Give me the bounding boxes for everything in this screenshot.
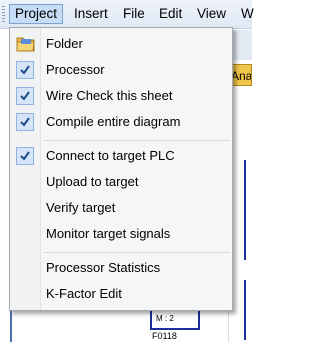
menu-item-label: Upload to target (46, 174, 139, 189)
menu-item-wire-check[interactable]: Wire Check this sheet (11, 84, 231, 108)
menu-item-connect-plc[interactable]: Connect to target PLC (11, 144, 231, 168)
checkmark-icon (16, 147, 34, 165)
menu-item-processor-statistics[interactable]: Processor Statistics (11, 256, 231, 280)
menu-item-monitor[interactable]: Monitor target signals (11, 222, 231, 246)
diagram-block-right[interactable] (244, 160, 254, 260)
menu-item-folder[interactable]: Folder (11, 32, 231, 56)
menu-insert[interactable]: Insert (69, 5, 113, 23)
menu-item-compile[interactable]: Compile entire diagram (11, 110, 231, 134)
menu-view[interactable]: View (192, 5, 231, 23)
menu-separator (44, 252, 230, 253)
menu-item-verify[interactable]: Verify target (11, 196, 231, 220)
menu-item-label: Wire Check this sheet (46, 88, 173, 103)
menu-item-label: Processor (46, 62, 105, 77)
menu-item-label: Connect to target PLC (46, 148, 175, 163)
menubar: Project Insert File Edit View W (0, 0, 254, 29)
menu-item-label: Processor Statistics (46, 260, 161, 275)
checkmark-icon (16, 87, 34, 105)
menu-item-label: Folder (46, 36, 83, 51)
menu-item-label: Compile entire diagram (46, 114, 181, 129)
menu-item-label: Verify target (46, 200, 116, 215)
menu-item-label: K-Factor Edit (46, 286, 122, 301)
menu-window[interactable]: W (236, 5, 259, 23)
checkmark-icon (16, 113, 34, 131)
menu-project[interactable]: Project (9, 4, 64, 24)
diagram-block-right-lower[interactable] (244, 280, 254, 340)
tab-label: Ana (231, 69, 252, 83)
menu-item-k-factor-edit[interactable]: K-Factor Edit (11, 282, 231, 306)
menu-item-processor[interactable]: Processor (11, 58, 231, 82)
block-id: F0118 (152, 331, 177, 341)
block-text: M : 2 (156, 314, 174, 323)
menu-file[interactable]: File (118, 5, 150, 23)
menu-separator (44, 140, 230, 141)
menu-item-label: Monitor target signals (46, 226, 171, 241)
menu-edit[interactable]: Edit (154, 5, 187, 23)
folder-icon (16, 35, 35, 53)
menubar-grip-icon[interactable] (2, 6, 5, 22)
menu-item-upload[interactable]: Upload to target (11, 170, 231, 194)
checkmark-icon (16, 61, 34, 79)
project-menu-dropdown: Folder Processor Wire Check this sheet C… (9, 27, 233, 311)
